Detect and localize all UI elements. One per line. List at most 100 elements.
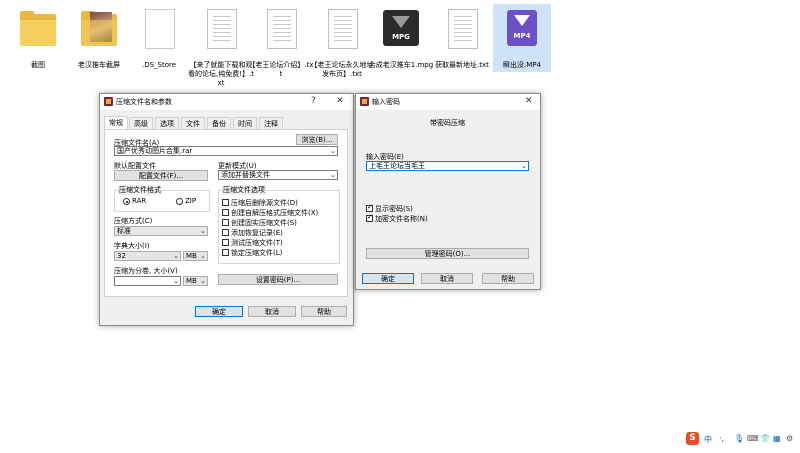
folder-icon [9,4,67,60]
close-icon[interactable]: ✕ [525,96,533,106]
desktop-file-mp4[interactable]: MP4 瞬出没.MP4 [493,4,551,72]
method-value: 标准 [117,227,131,235]
file-label: 【来了就能下载和观看的论坛,纯免费!】.txt [188,61,255,87]
archive-name-input[interactable]: 国产优秀动图片合集.rar ⌄ [114,146,338,156]
file-icon [130,4,188,60]
format-rar-radio[interactable] [123,198,130,205]
text-file-icon [192,4,250,60]
file-label: .DS_Store [141,61,177,69]
text-file-icon [313,4,371,60]
tab-time[interactable]: 时间 [233,117,257,129]
option-label: 添加恢复记录(E) [231,229,283,237]
desktop-file-mpg[interactable]: MPG 合成老汉推车1.mpg [369,4,433,84]
apps-grid-icon[interactable]: ▦ [773,434,781,443]
archive-help-button[interactable]: 帮助 [301,306,347,317]
password-value: 上毛王论坛当毛王 [369,162,425,170]
desktop-file-txt-4[interactable]: 获取最新地址.txt [433,4,491,74]
format-group-title: 压缩文件格式 [118,185,162,195]
password-input[interactable]: 上毛王论坛当毛王 ⌄ [366,161,529,171]
desktop-file-screenshots[interactable]: 截图 [9,4,67,74]
skin-icon[interactable]: 👕 [760,434,770,443]
option-solid-checkbox[interactable] [222,219,229,226]
set-password-button[interactable]: 设置密码(P)... [218,274,338,285]
desktop-file-ds-store[interactable]: .DS_Store [130,4,188,74]
file-label: 【老王论坛介绍】.txt [248,61,314,78]
dict-unit-select[interactable]: MB ⌄ [183,251,208,261]
chevron-down-icon: ⌄ [200,227,206,235]
file-label: 获取最新地址.txt [435,61,489,69]
password-dialog-titlebar[interactable]: 输入密码 ✕ [356,94,540,110]
password-cancel-button[interactable]: 取消 [421,273,473,284]
dict-select[interactable]: 32 ⌄ [114,251,181,261]
option-label: 创建自解压格式压缩文件(X) [231,209,319,217]
option-sfx-checkbox[interactable] [222,209,229,216]
close-icon[interactable]: ✕ [336,96,344,106]
desktop-file-txt-2[interactable]: 【老王论坛介绍】.txt [248,4,314,84]
encrypt-names-checkbox[interactable] [366,213,373,222]
tab-backup[interactable]: 备份 [207,117,231,129]
mp4-video-icon: MP4 [493,4,551,60]
option-lock-checkbox[interactable] [222,249,229,256]
options-group-title: 压缩文件选项 [222,185,266,195]
format-rar-label: RAR [132,197,147,205]
mpg-video-icon: MPG [372,4,430,60]
split-size-input[interactable]: ⌄ [114,276,181,286]
desktop-file-txt-3[interactable]: 【老王论坛永久地址发布页】.txt [311,4,374,84]
file-label: 【老王论坛永久地址发布页】.txt [310,61,374,78]
microphone-icon[interactable]: 🎙 [734,434,744,443]
show-password-checkbox[interactable] [366,203,373,212]
option-label: 压缩后删除源文件(D) [231,199,298,207]
chevron-down-icon: ⌄ [173,277,179,285]
chevron-down-icon: ⌄ [200,277,206,285]
desktop-file-txt-1[interactable]: 【来了就能下载和观看的论坛,纯免费!】.txt [188,4,254,92]
encrypt-names-label: 加密文件名称(N) [375,215,428,223]
manage-passwords-button[interactable]: 管理密码(O)... [366,248,529,259]
option-label: 测试压缩文件(T) [231,239,283,247]
update-mode-value: 添加并替换文件 [221,171,270,179]
format-zip-radio[interactable] [176,198,183,205]
keyboard-icon[interactable]: ⌨ [747,434,759,443]
option-recovery-checkbox[interactable] [222,229,229,236]
ime-sogou-icon[interactable]: S [686,432,699,445]
file-label: 老汉推车截屏 [78,61,120,69]
password-help-button[interactable]: 帮助 [482,273,534,284]
password-dialog-title: 输入密码 [372,98,400,106]
winrar-icon [104,97,113,106]
format-zip-label: ZIP [185,197,197,205]
method-select[interactable]: 标准 ⌄ [114,226,208,236]
chevron-down-icon: ⌄ [173,252,179,260]
archive-dialog-titlebar[interactable]: 压缩文件名和参数 ? ✕ [100,94,353,110]
help-icon[interactable]: ? [311,96,316,106]
option-label: 创建固实压缩文件(S) [231,219,297,227]
split-unit-select[interactable]: MB ⌄ [183,276,208,286]
file-label: 瞬出没.MP4 [503,61,541,69]
winrar-icon [360,97,369,106]
tab-files[interactable]: 文件 [181,117,205,129]
tab-options[interactable]: 选项 [155,117,179,129]
split-label: 压缩为分卷, 大小(V) [114,267,178,275]
password-heading: 带密码压缩 [430,119,465,127]
archive-cancel-button[interactable]: 取消 [248,306,296,317]
split-unit: MB [186,277,197,285]
ime-language-toggle[interactable]: 中 [704,434,712,445]
settings-icon[interactable]: ⚙ [786,434,793,443]
browse-button[interactable]: 浏览(B)... [296,134,338,145]
config-button[interactable]: 配置文件(F)... [114,170,208,181]
tab-advanced[interactable]: 高级 [129,117,153,129]
chevron-down-icon: ⌄ [521,162,527,170]
tab-general[interactable]: 常规 [104,116,128,129]
archive-ok-button[interactable]: 确定 [195,306,243,317]
show-password-label: 显示密码(S) [375,205,413,213]
option-label: 锁定压缩文件(L) [231,249,283,257]
punctuation-toggle[interactable]: ·, [719,434,724,443]
password-ok-button[interactable]: 确定 [362,273,414,284]
dict-unit: MB [186,252,197,260]
desktop-file-cart-screens[interactable]: 老汉推车截屏 [70,4,128,74]
option-test-checkbox[interactable] [222,239,229,246]
tab-comment[interactable]: 注释 [259,117,283,129]
archive-dialog-title: 压缩文件名和参数 [116,98,172,106]
file-label: 截图 [31,61,45,69]
update-mode-select[interactable]: 添加并替换文件 ⌄ [218,170,338,180]
option-delete-source-checkbox[interactable] [222,199,229,206]
dict-value: 32 [117,252,126,260]
